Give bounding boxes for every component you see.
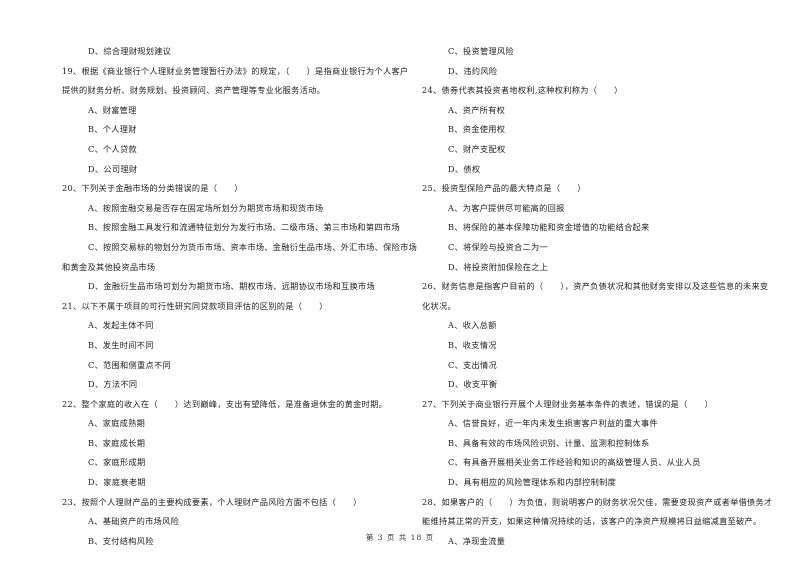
- answer-option: A、收入总额: [448, 320, 497, 331]
- question-stem: 25、投资型保险产品的最大特点是（ ）: [422, 183, 586, 194]
- answer-option: D、方法不同: [88, 379, 138, 390]
- question-continuation: 化状况。: [422, 300, 456, 311]
- question-stem: 26、财务信息是指客户目前的（ ），资产负债状况和其他财务安排以及这些信息的未来…: [422, 281, 769, 292]
- answer-option: D、金融衍生品市场可划分为期货市场、期权市场、远期协议市场和互换市场: [88, 281, 375, 292]
- answer-option: D、综合理财规划建议: [88, 46, 172, 56]
- answer-option: B、个人理财: [88, 124, 137, 135]
- question-continuation: 和黄金及其他投资品市场: [62, 261, 156, 272]
- answer-option: B、具备有效的市场风险识别、计量、监测和控制体系: [448, 437, 650, 448]
- answer-option: A、家庭成熟期: [88, 418, 146, 429]
- question-continuation: 能维持其正常的开支，如果这种情况持续的话，该客户的净资产规模将日益缩减直至破产。: [422, 516, 762, 527]
- answer-option: A、基础资产的市场风险: [88, 516, 180, 527]
- answer-option: B、家庭成长期: [88, 437, 146, 448]
- question-continuation: 提供的财务分析、财务规划、投资顾问、资产管理等专业化服务活动。: [62, 85, 326, 96]
- answer-option: C、个人贷款: [88, 143, 138, 154]
- answer-option: B、资金使用权: [448, 124, 506, 135]
- answer-option: C、投资管理风险: [448, 46, 514, 56]
- question-stem: 21、以下不属于项目的可行性研究同贷款项目评估的区别的是（ ）: [62, 300, 328, 311]
- answer-option: C、财产支配权: [448, 143, 506, 154]
- answer-option: C、将保险与投资合二为一: [448, 241, 548, 252]
- answer-option: D、将投资附加保险在之上: [448, 261, 549, 272]
- question-stem: 22、整个家庭的收入在（ ）达到巅峰，支出有望降低，是准备退休金的黄金时期。: [62, 398, 388, 409]
- answer-option: B、将保险的基本保障功能和资金增值的功能结合起来: [448, 222, 650, 233]
- question-stem: 28、如果客户的（ ）为负值，则说明客户的财务状况欠佳，需要变现资产或者举借债务…: [422, 496, 773, 507]
- question-stem: 19、根据《商业银行个人理财业务管理暂行办法》的规定，（ ）是指商业银行为个人客…: [62, 65, 409, 76]
- answer-option: D、收支平衡: [448, 379, 498, 390]
- answer-option: D、家庭衰老期: [88, 477, 146, 488]
- answer-option: A、发起主体不同: [88, 320, 154, 331]
- answer-option: D、具有相应的风险管理体系和内部控制制度: [448, 477, 617, 488]
- answer-option: A、信誉良好，近一年内未发生损害客户利益的重大事件: [448, 418, 658, 429]
- question-stem: 20、下列关于金融市场的分类错误的是（ ）: [62, 183, 243, 194]
- answer-option: C、按照交易标的物划分为货币市场、资本市场、金融衍生品市场、外汇市场、保险市场: [88, 241, 418, 252]
- answer-option: A、资产所有权: [448, 104, 506, 115]
- answer-option: B、按照金融工具发行和流通特征划分为发行市场、二级市场、第三市场和第四市场: [88, 222, 400, 233]
- answer-option: C、支出情况: [448, 359, 498, 370]
- answer-option: C、范围和侧重点不同: [88, 359, 171, 370]
- answer-option: D、公司理财: [88, 163, 138, 174]
- question-stem: 24、债券代表其投资者地权利,这种权利称为（ ）: [422, 85, 623, 96]
- right-column: C、投资管理风险 D、违约风险 24、债券代表其投资者地权利,这种权利称为（ ） A、…: [422, 42, 772, 551]
- answer-option: A、按照金融交易是否存在固定场所划分为期货市场和现货市场: [88, 202, 324, 213]
- question-stem: 23、按照个人理财产品的主要构成要素，个人理财产品风险方面不包括（ ）: [62, 496, 362, 507]
- answer-option: D、违约风险: [448, 65, 498, 76]
- page-number-footer: 第 3 页 共 18 页: [365, 533, 435, 542]
- left-column: D、综合理财规划建议 19、根据《商业银行个人理财业务管理暂行办法》的规定，（ ）…: [62, 42, 418, 551]
- answer-option: A、财富管理: [88, 104, 137, 115]
- answer-option: C、有具备开展相关业务工作经验和知识的高级管理人员、从业人员: [448, 457, 701, 468]
- answer-option: B、收支情况: [448, 339, 497, 350]
- answer-option: C、家庭形成期: [88, 457, 146, 468]
- answer-option: A、为客户提供尽可能高的回报: [448, 202, 565, 213]
- answer-option: B、发生时间不同: [88, 339, 154, 350]
- question-stem: 27、下列关于商业银行开展个人理财业务基本条件的表述，错误的是（ ）: [422, 398, 714, 409]
- answer-option: D、债权: [448, 163, 481, 174]
